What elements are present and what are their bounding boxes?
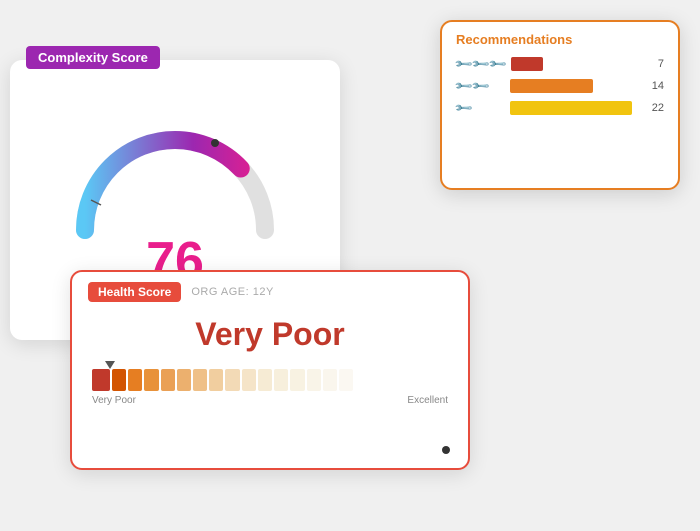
health-rating: Very Poor: [72, 316, 468, 353]
health-meta: ORG AGE: 12Y: [191, 286, 273, 298]
bar-seg-15: [323, 369, 337, 391]
rec-bar-wrapper-1: [511, 57, 638, 71]
rec-bar-2: [510, 79, 593, 93]
rec-count-2: 14: [644, 80, 664, 92]
bar-seg-5: [161, 369, 175, 391]
recommendations-title: Recommendations: [456, 32, 664, 47]
bar-seg-8: [209, 369, 223, 391]
bar-seg-16: [339, 369, 353, 391]
rec-row-2: 🔧 🔧 14: [456, 79, 664, 93]
health-card: Health Score ORG AGE: 12Y Very Poor Very: [70, 270, 470, 470]
bar-seg-12: [274, 369, 288, 391]
bar-label-right: Excellent: [407, 395, 448, 406]
wrench-icon-3a: 🔧: [453, 98, 473, 118]
wrench-icon-2b: 🔧: [470, 76, 490, 96]
bar-seg-9: [225, 369, 239, 391]
wrench-icon-1c: 🔧: [487, 54, 507, 74]
bar-seg-10: [242, 369, 256, 391]
bar-seg-2: [112, 369, 126, 391]
rec-icons-2: 🔧 🔧: [456, 79, 504, 93]
bar-seg-6: [177, 369, 191, 391]
gauge-svg: [65, 115, 285, 245]
rec-bar-3: [510, 101, 632, 115]
rec-row-1: 🔧 🔧 🔧 7: [456, 57, 664, 71]
rec-bar-wrapper-3: [510, 101, 638, 115]
recommendations-card: Recommendations 🔧 🔧 🔧 7 🔧 🔧 14 🔧 22: [440, 20, 680, 190]
health-bar-section: Very Poor Excellent: [72, 369, 468, 406]
rec-icons-3: 🔧: [456, 101, 504, 115]
bar-seg-1: [92, 369, 110, 391]
rec-row-3: 🔧 22: [456, 101, 664, 115]
rec-count-1: 7: [644, 58, 664, 70]
health-bar-labels: Very Poor Excellent: [92, 395, 448, 406]
rec-bar-1: [511, 57, 543, 71]
bar-seg-13: [290, 369, 304, 391]
bar-seg-7: [193, 369, 207, 391]
rec-bar-wrapper-2: [510, 79, 638, 93]
health-header: Health Score ORG AGE: 12Y: [72, 272, 468, 308]
rec-icons-1: 🔧 🔧 🔧: [456, 57, 505, 71]
health-badge: Health Score: [88, 282, 181, 302]
bar-seg-11: [258, 369, 272, 391]
health-bar-track: [92, 369, 448, 391]
bar-seg-4: [144, 369, 158, 391]
rec-count-3: 22: [644, 102, 664, 114]
bar-seg-3: [128, 369, 142, 391]
health-bar-indicator: [105, 361, 115, 369]
bar-seg-14: [307, 369, 321, 391]
bar-label-left: Very Poor: [92, 395, 136, 406]
complexity-badge: Complexity Score: [26, 46, 160, 69]
health-dot-indicator: [442, 446, 450, 454]
